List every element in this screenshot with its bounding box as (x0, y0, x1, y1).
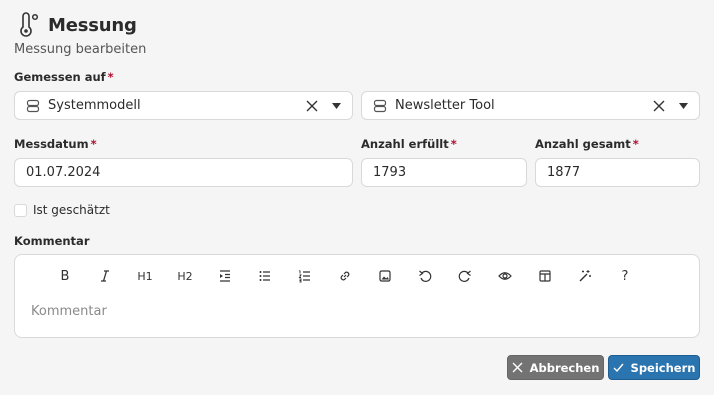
italic-button[interactable] (85, 265, 125, 287)
eye-icon (498, 272, 512, 280)
preview-button[interactable] (485, 265, 525, 287)
save-button[interactable]: Speichern (608, 355, 700, 380)
redo-button[interactable] (445, 265, 485, 287)
editor-toolbar: B H1 H2 ? (45, 265, 645, 287)
close-icon (512, 362, 523, 373)
check-icon (613, 363, 624, 373)
comment-editor[interactable]: B H1 H2 ? Kommentar (14, 254, 700, 338)
measured-on-select-1[interactable]: Systemmodell (14, 91, 353, 120)
numbered-list-icon (298, 270, 310, 283)
database-icon (373, 99, 387, 112)
estimated-checkbox[interactable] (14, 204, 27, 217)
cancel-label: Abbrechen (529, 360, 600, 375)
link-button[interactable] (325, 265, 365, 287)
bullet-list-icon (259, 271, 270, 281)
bullet-list-button[interactable] (245, 265, 285, 287)
total-label: Anzahl gesamt * (535, 137, 639, 151)
help-label: ? (621, 268, 629, 284)
thermometer-icon (20, 12, 39, 37)
total-input[interactable]: 1877 (535, 158, 700, 187)
page-title: Messung (48, 14, 137, 36)
page-header: Messung (16, 12, 137, 38)
clear-icon[interactable] (653, 100, 665, 112)
link-icon (340, 271, 350, 281)
select-value: Newsletter Tool (395, 98, 495, 113)
required-mark: * (450, 137, 457, 151)
clear-icon[interactable] (306, 100, 318, 112)
magic-button[interactable] (565, 265, 605, 287)
measured-on-label: Gemessen auf * (14, 70, 114, 84)
numbered-list-button[interactable] (285, 265, 325, 287)
undo-icon (419, 270, 432, 282)
select-value: Systemmodell (48, 98, 141, 113)
fulfilled-input[interactable]: 1793 (361, 158, 527, 187)
required-mark: * (632, 137, 639, 151)
italic-icon (101, 270, 109, 282)
table-button[interactable] (525, 265, 565, 287)
indent-icon (220, 270, 230, 282)
undo-button[interactable] (405, 265, 445, 287)
heading1-label: H1 (137, 269, 153, 283)
chevron-down-icon[interactable] (679, 102, 688, 109)
image-icon (379, 270, 391, 282)
page-subtitle: Messung bearbeiten (14, 42, 147, 57)
comment-label: Kommentar (14, 234, 90, 248)
indent-button[interactable] (205, 265, 245, 287)
redo-icon (458, 270, 471, 282)
heading1-button[interactable]: H1 (125, 265, 165, 287)
date-label: Messdatum * (14, 137, 97, 151)
cancel-button[interactable]: Abbrechen (507, 355, 604, 380)
measured-on-select-2[interactable]: Newsletter Tool (361, 91, 700, 120)
bold-button[interactable]: B (45, 265, 85, 287)
estimated-label: Ist geschätzt (33, 203, 110, 217)
save-label: Speichern (630, 360, 696, 375)
database-icon (26, 99, 40, 112)
bold-label: B (60, 268, 70, 284)
magic-wand-icon (579, 270, 591, 282)
required-mark: * (90, 137, 97, 151)
required-mark: * (107, 70, 114, 84)
help-button[interactable]: ? (605, 265, 645, 287)
heading2-label: H2 (177, 269, 193, 283)
fulfilled-label: Anzahl erfüllt * (361, 137, 457, 151)
heading2-button[interactable]: H2 (165, 265, 205, 287)
table-icon (539, 270, 551, 282)
chevron-down-icon[interactable] (332, 102, 341, 109)
date-input[interactable]: 01.07.2024 (14, 158, 353, 187)
image-button[interactable] (365, 265, 405, 287)
comment-placeholder: Kommentar (31, 304, 107, 319)
